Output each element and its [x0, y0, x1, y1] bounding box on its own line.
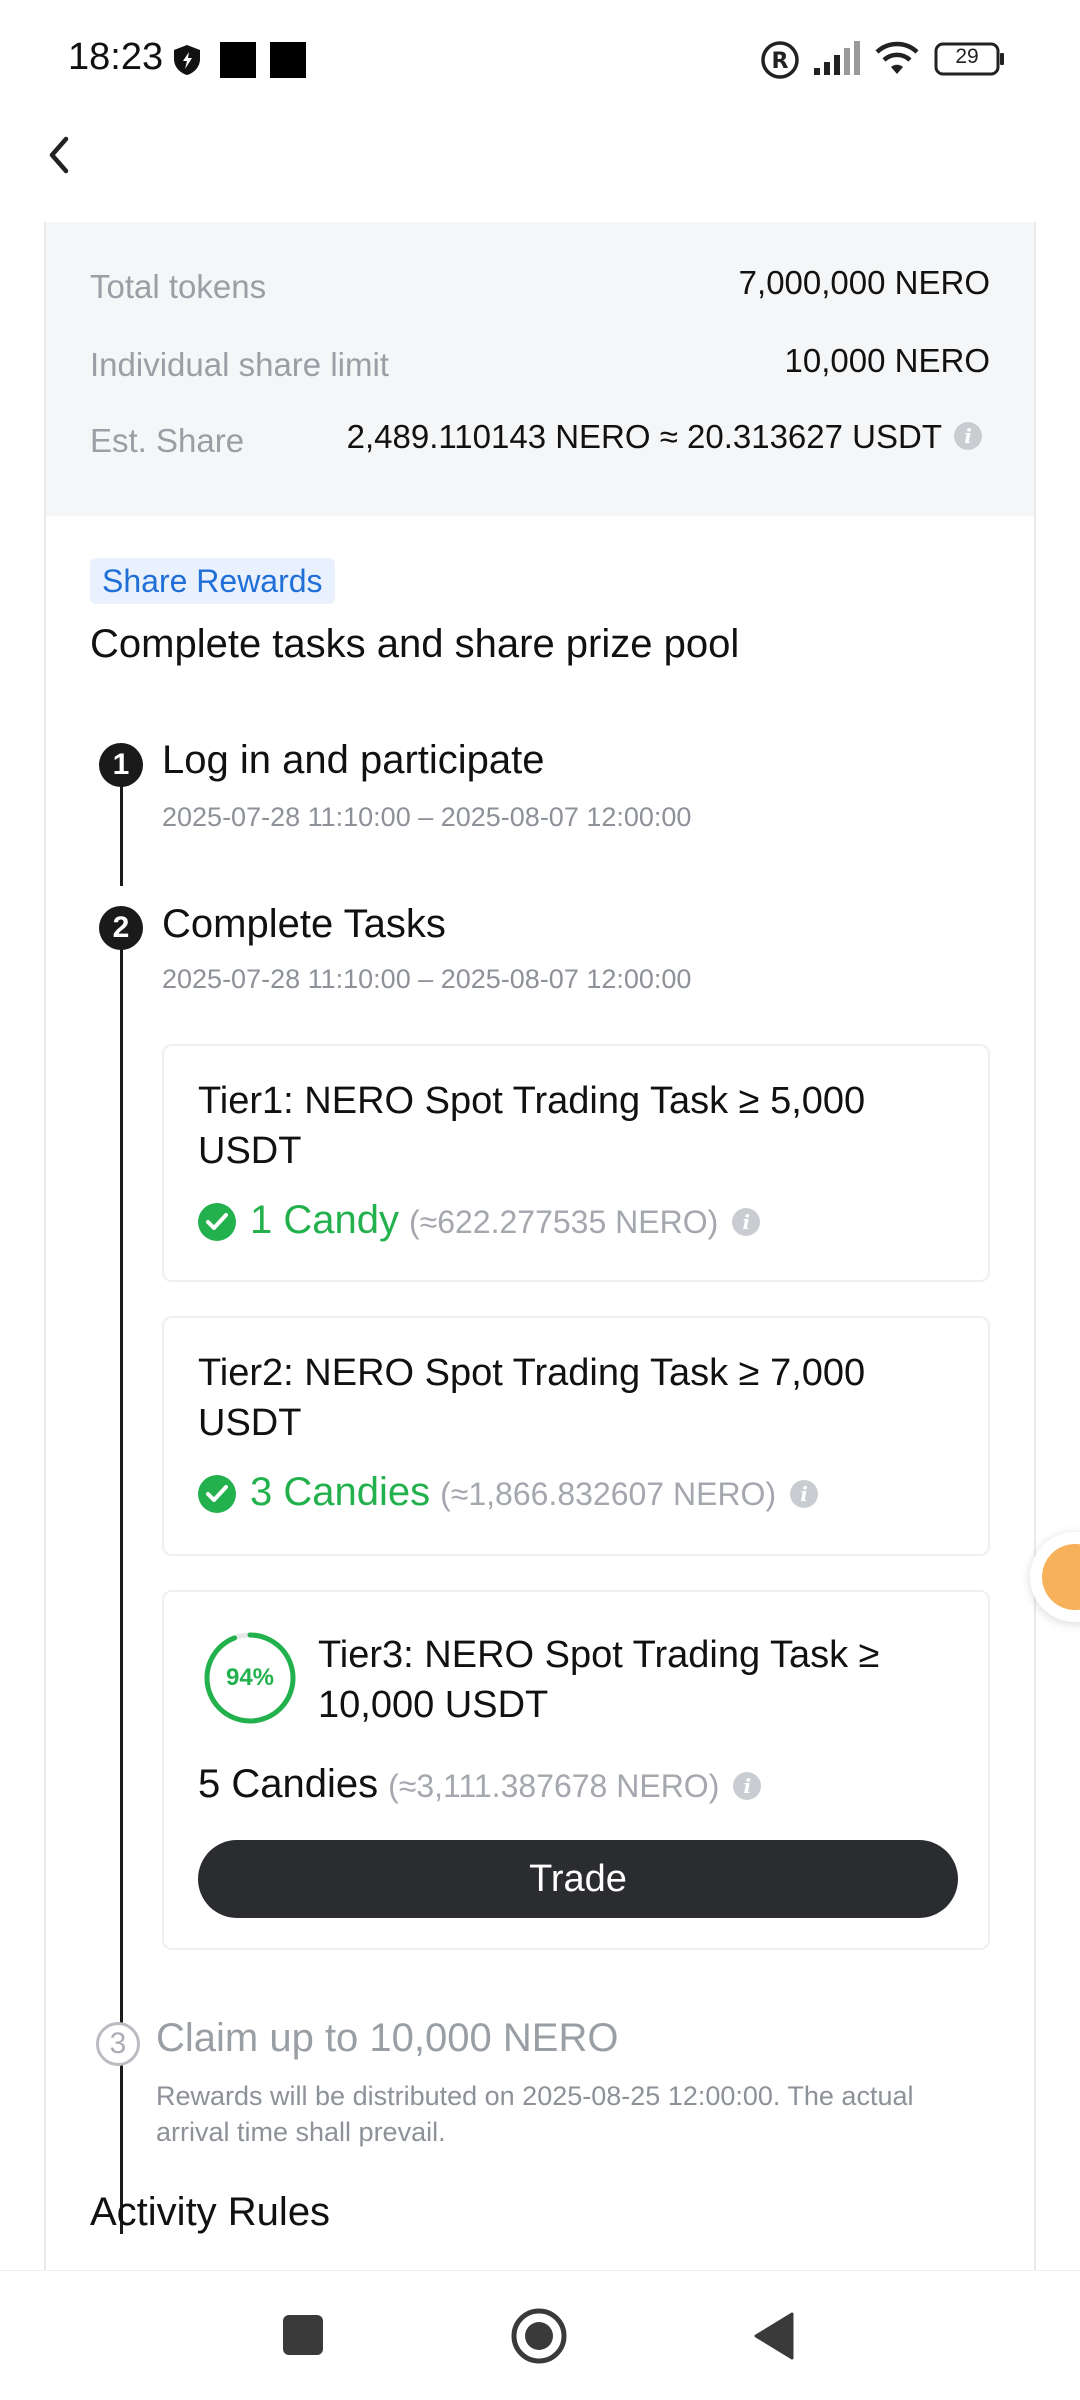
notification-square-icon	[220, 42, 256, 78]
tier-1-reward-value: 1 Candy	[250, 1198, 399, 1242]
notification-square-icon	[270, 42, 306, 78]
share-rewards-tag: Share Rewards	[90, 558, 335, 604]
info-icon[interactable]: i	[954, 422, 982, 450]
tier-3-reward-value: 5 Candies	[198, 1762, 379, 1806]
step-1-title: Log in and participate	[162, 738, 545, 782]
system-nav-bar	[0, 2270, 1080, 2400]
trade-button[interactable]: Trade	[198, 1840, 958, 1918]
progress-percent: 94%	[225, 1664, 275, 1691]
recents-icon[interactable]	[283, 2315, 323, 2355]
tier-3-reward: 5 Candies (≈3,111.387678 NERO) i	[198, 1762, 762, 1807]
back-triangle-icon[interactable]	[752, 2311, 796, 2361]
registered-icon: R	[761, 41, 799, 79]
tier-3-approx: (≈3,111.387678 NERO)	[388, 1768, 720, 1804]
tier-1-approx: (≈622.277535 NERO)	[408, 1204, 719, 1240]
prize-summary: Total tokens 7,000,000 NERO Individual s…	[46, 222, 1034, 516]
tier-1-title-line2: USDT	[198, 1130, 302, 1172]
step-1-date: 2025-07-28 11:10:00 – 2025-08-07 12:00:0…	[162, 802, 692, 832]
status-time: 18:23	[68, 36, 164, 78]
tier-2-reward-value: 3 Candies	[250, 1470, 431, 1514]
step-3-badge: 3	[96, 2022, 140, 2066]
share-limit-label: Individual share limit	[90, 346, 389, 383]
tier-1-title-line1: Tier1: NERO Spot Trading Task ≥ 5,000	[198, 1080, 866, 1122]
signal-icon	[814, 41, 860, 75]
activity-card: Total tokens 7,000,000 NERO Individual s…	[44, 222, 1036, 2272]
tier-2-title-line1: Tier2: NERO Spot Trading Task ≥ 7,000	[198, 1352, 866, 1394]
battery-level: 29	[955, 45, 979, 68]
tier-3-title-line2: 10,000 USDT	[318, 1684, 549, 1726]
tier-2-card: Tier2: NERO Spot Trading Task ≥ 7,000 US…	[162, 1316, 990, 1556]
check-circle-icon	[198, 1203, 236, 1242]
section-headline: Complete tasks and share prize pool	[90, 622, 740, 666]
svg-text:R: R	[772, 49, 789, 74]
home-icon[interactable]	[510, 2307, 568, 2365]
tier-2-reward: 3 Candies (≈1,866.832607 NERO) i	[198, 1470, 819, 1515]
est-share-label: Est. Share	[90, 422, 245, 459]
step-2-title: Complete Tasks	[162, 902, 446, 946]
est-share-value: 2,489.110143 NERO ≈ 20.313627 USDT	[346, 418, 942, 455]
total-tokens-value: 7,000,000 NERO	[738, 264, 990, 301]
floating-action-button[interactable]	[1030, 1532, 1080, 1622]
tier-1-reward: 1 Candy (≈622.277535 NERO) i	[198, 1198, 761, 1243]
shield-icon	[174, 45, 200, 75]
activity-rules-title[interactable]: Activity Rules	[90, 2190, 330, 2235]
info-icon[interactable]: i	[732, 1208, 761, 1237]
status-bar: 18:23 R 29	[0, 0, 1080, 120]
total-tokens-label: Total tokens	[90, 268, 267, 305]
wifi-icon	[875, 41, 919, 74]
tier-3-card: 94% Tier3: NERO Spot Trading Task ≥ 10,0…	[162, 1590, 990, 1950]
check-circle-icon	[198, 1475, 236, 1514]
step-2-badge: 2	[99, 906, 143, 950]
floating-action-icon	[1042, 1544, 1080, 1610]
info-icon[interactable]: i	[733, 1772, 762, 1801]
tier-2-title-line2: USDT	[198, 1402, 302, 1444]
step-1-badge: 1	[99, 743, 143, 787]
tier-1-card: Tier1: NERO Spot Trading Task ≥ 5,000 US…	[162, 1044, 990, 1282]
share-limit-value: 10,000 NERO	[784, 342, 990, 379]
tier-3-title-line1: Tier3: NERO Spot Trading Task ≥	[318, 1634, 880, 1676]
info-icon[interactable]: i	[790, 1480, 819, 1509]
step-3-title: Claim up to 10,000 NERO	[156, 2016, 619, 2060]
chevron-left-icon[interactable]	[34, 125, 94, 185]
step-3-note: Rewards will be distributed on 2025-08-2…	[156, 2081, 914, 2147]
step-2-date: 2025-07-28 11:10:00 – 2025-08-07 12:00:0…	[162, 964, 692, 994]
tier-2-approx: (≈1,866.832607 NERO)	[440, 1476, 777, 1512]
